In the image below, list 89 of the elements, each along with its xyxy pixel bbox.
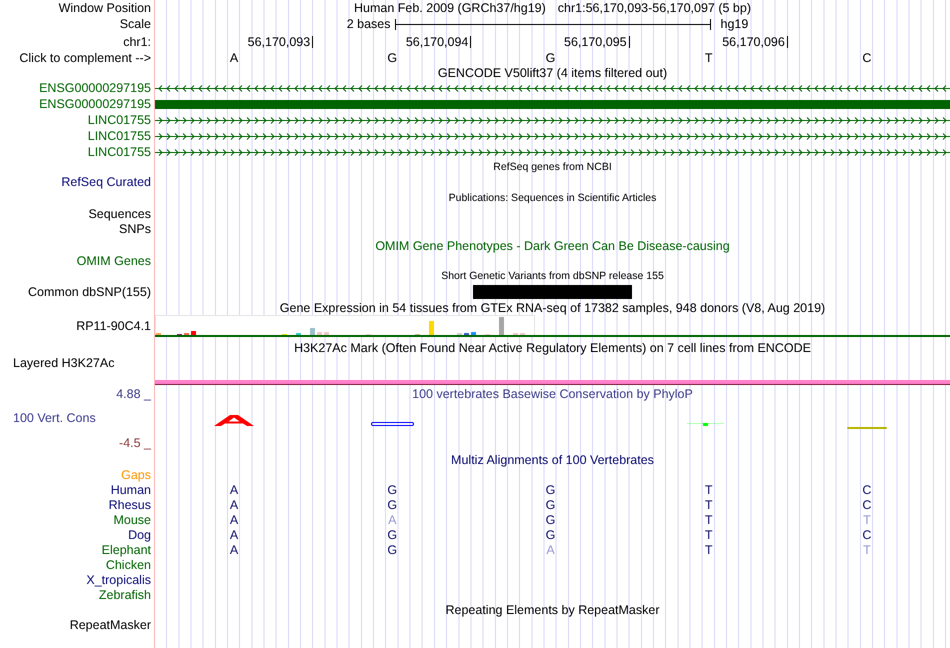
track-label[interactable]: 100 Vert. Cons bbox=[13, 411, 96, 425]
aligned-base: T bbox=[704, 512, 713, 526]
axis-max-label: 4.88 _ bbox=[116, 387, 151, 401]
axis-min-label: -4.5 _ bbox=[119, 436, 151, 450]
ruler-tick-label: 56,170,093 bbox=[248, 36, 314, 48]
assembly-name: Human Feb. 2009 (GRCh37/hg19) bbox=[354, 0, 546, 14]
scale-span-label: 2 bases bbox=[346, 17, 392, 31]
track-label[interactable]: SNPs bbox=[119, 222, 151, 236]
expression-bar[interactable] bbox=[324, 332, 329, 335]
aligned-base: T bbox=[704, 528, 713, 542]
aligned-base: T bbox=[863, 512, 871, 526]
gene-intron-line[interactable] bbox=[155, 148, 950, 156]
aligned-base: C bbox=[862, 498, 872, 512]
expression-bar[interactable] bbox=[499, 317, 504, 335]
expression-bar[interactable] bbox=[429, 321, 434, 335]
aligned-base: G bbox=[546, 498, 556, 512]
aligned-base: G bbox=[546, 528, 556, 542]
ruler-tick-label: 56,170,096 bbox=[722, 36, 788, 48]
expression-bar[interactable] bbox=[317, 332, 322, 335]
track-title: Multiz Alignments of 100 Vertebrates bbox=[451, 452, 654, 466]
track-title: Short Genetic Variants from dbSNP release 155 bbox=[441, 270, 664, 282]
gene-intron-line[interactable] bbox=[155, 116, 950, 124]
track-title: 100 vertebrates Basewise Conservation by PhyloP bbox=[412, 387, 693, 401]
track-label[interactable]: Layered H3K27Ac bbox=[13, 356, 114, 370]
aligned-base: A bbox=[230, 528, 238, 542]
gene-label[interactable]: LINC01755 bbox=[88, 113, 151, 127]
track-title: Publications: Sequences in Scientific Articles bbox=[448, 192, 656, 204]
aligned-base: G bbox=[387, 528, 398, 542]
track-title: Repeating Elements by RepeatMasker bbox=[445, 602, 660, 616]
base-letter: A bbox=[230, 50, 238, 64]
aligned-base: T bbox=[704, 542, 713, 556]
gene-intron-line[interactable] bbox=[155, 84, 950, 92]
species-label: Human bbox=[110, 482, 151, 496]
expression-bar[interactable] bbox=[310, 328, 315, 335]
gene-label[interactable]: ENSG00000297195 bbox=[39, 97, 151, 111]
track-label[interactable]: RefSeq Curated bbox=[61, 175, 151, 189]
track-title: RefSeq genes from NCBI bbox=[493, 161, 612, 173]
gene-exon-block[interactable] bbox=[155, 100, 950, 108]
aligned-base: A bbox=[230, 498, 238, 512]
aligned-base: G bbox=[546, 512, 556, 526]
aligned-base: G bbox=[387, 542, 398, 556]
species-label: Rhesus bbox=[108, 498, 151, 512]
aligned-base: T bbox=[863, 542, 871, 556]
expression-bar[interactable] bbox=[191, 331, 196, 335]
aligned-base: G bbox=[546, 482, 556, 496]
aligned-base: A bbox=[546, 542, 555, 556]
row-label: chr1: bbox=[123, 34, 151, 48]
species-label: Dog bbox=[128, 528, 151, 542]
position-range: chr1:56,170,093-56,170,097 (5 bp) bbox=[558, 0, 751, 14]
aligned-base: G bbox=[387, 498, 398, 512]
base-letter: G bbox=[387, 50, 398, 64]
aligned-base: C bbox=[862, 528, 872, 542]
ruler-tick-label: 56,170,094 bbox=[406, 36, 472, 48]
species-label: X_tropicalis bbox=[86, 572, 151, 586]
species-label: Chicken bbox=[106, 558, 151, 572]
base-letter: C bbox=[862, 50, 872, 64]
track-title: H3K27Ac Mark (Often Found Near Active Regulatory Elements) on 7 cell lines from ENCODE bbox=[294, 341, 811, 355]
aligned-base: A bbox=[388, 512, 396, 526]
gene-label[interactable]: LINC01755 bbox=[88, 145, 151, 159]
row-label: Window Position bbox=[58, 0, 151, 14]
ruler-tick-label: 56,170,095 bbox=[564, 36, 630, 48]
track-title: GENCODE V50lift37 (4 items filtered out) bbox=[438, 66, 668, 80]
aligned-base: A bbox=[230, 512, 238, 526]
aligned-base: A bbox=[230, 482, 238, 496]
species-label: Elephant bbox=[102, 542, 151, 556]
aligned-base: A bbox=[230, 542, 238, 556]
track-label[interactable]: OMIM Genes bbox=[76, 254, 151, 268]
track-label[interactable]: RP11-90C4.1 bbox=[76, 319, 151, 333]
species-label: Mouse bbox=[113, 512, 151, 526]
row-label: Scale bbox=[120, 17, 151, 31]
track-label[interactable]: RepeatMasker bbox=[70, 618, 151, 632]
track-label[interactable]: Common dbSNP(155) bbox=[28, 285, 151, 299]
gene-label[interactable]: ENSG00000297195 bbox=[39, 81, 151, 95]
scale-assembly-label: hg19 bbox=[720, 17, 748, 31]
aligned-base: T bbox=[704, 498, 713, 512]
species-label: Zebrafish bbox=[98, 588, 151, 602]
gene-label[interactable]: LINC01755 bbox=[88, 129, 151, 143]
track-title: OMIM Gene Phenotypes - Dark Green Can Be Disease-causing bbox=[375, 238, 730, 252]
base-letter: T bbox=[704, 50, 713, 64]
complement-link[interactable]: Click to complement --> bbox=[19, 50, 151, 64]
expression-bar[interactable] bbox=[471, 332, 476, 335]
track-label[interactable]: Sequences bbox=[88, 206, 151, 220]
variant-bar[interactable] bbox=[473, 285, 632, 299]
gene-intron-line[interactable] bbox=[155, 132, 950, 140]
aligned-base: G bbox=[387, 482, 398, 496]
track-title: Gene Expression in 54 tissues from GTEx RNA-seq of 17382 samples, 948 donors (V8, Aug 2019) bbox=[280, 300, 826, 314]
aligned-base: C bbox=[862, 482, 872, 496]
base-letter: G bbox=[546, 50, 556, 64]
aligned-base: T bbox=[704, 482, 713, 496]
